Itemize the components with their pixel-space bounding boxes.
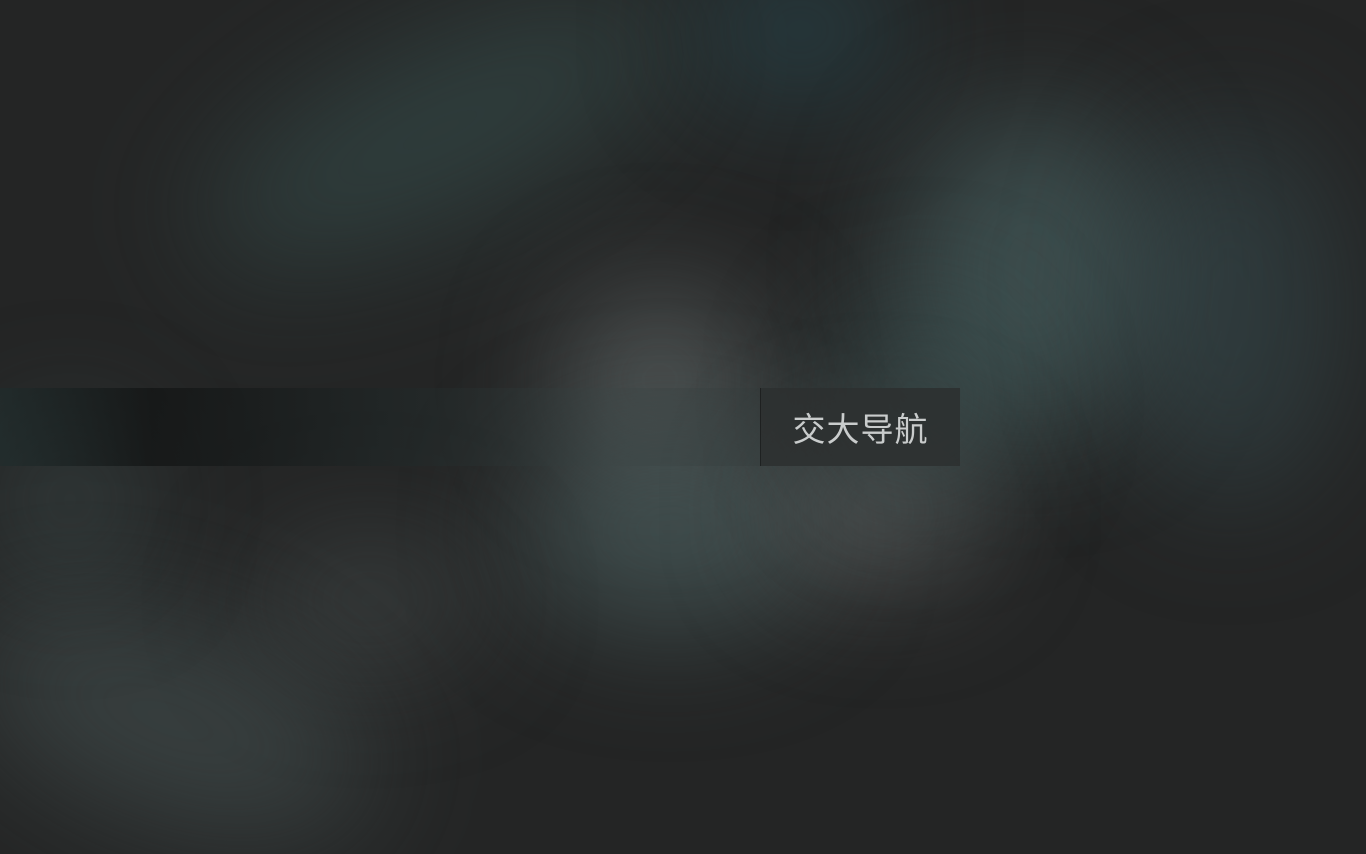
background-blob (700, 0, 900, 100)
nav-bar (0, 388, 760, 466)
background-blob (166, 0, 714, 322)
nav-button[interactable]: 交大导航 (760, 388, 960, 466)
background-blob (260, 540, 480, 660)
nav-button-label: 交大导航 (792, 410, 929, 449)
page: 交大导航 (0, 0, 1366, 854)
background-blob (1120, 120, 1340, 500)
